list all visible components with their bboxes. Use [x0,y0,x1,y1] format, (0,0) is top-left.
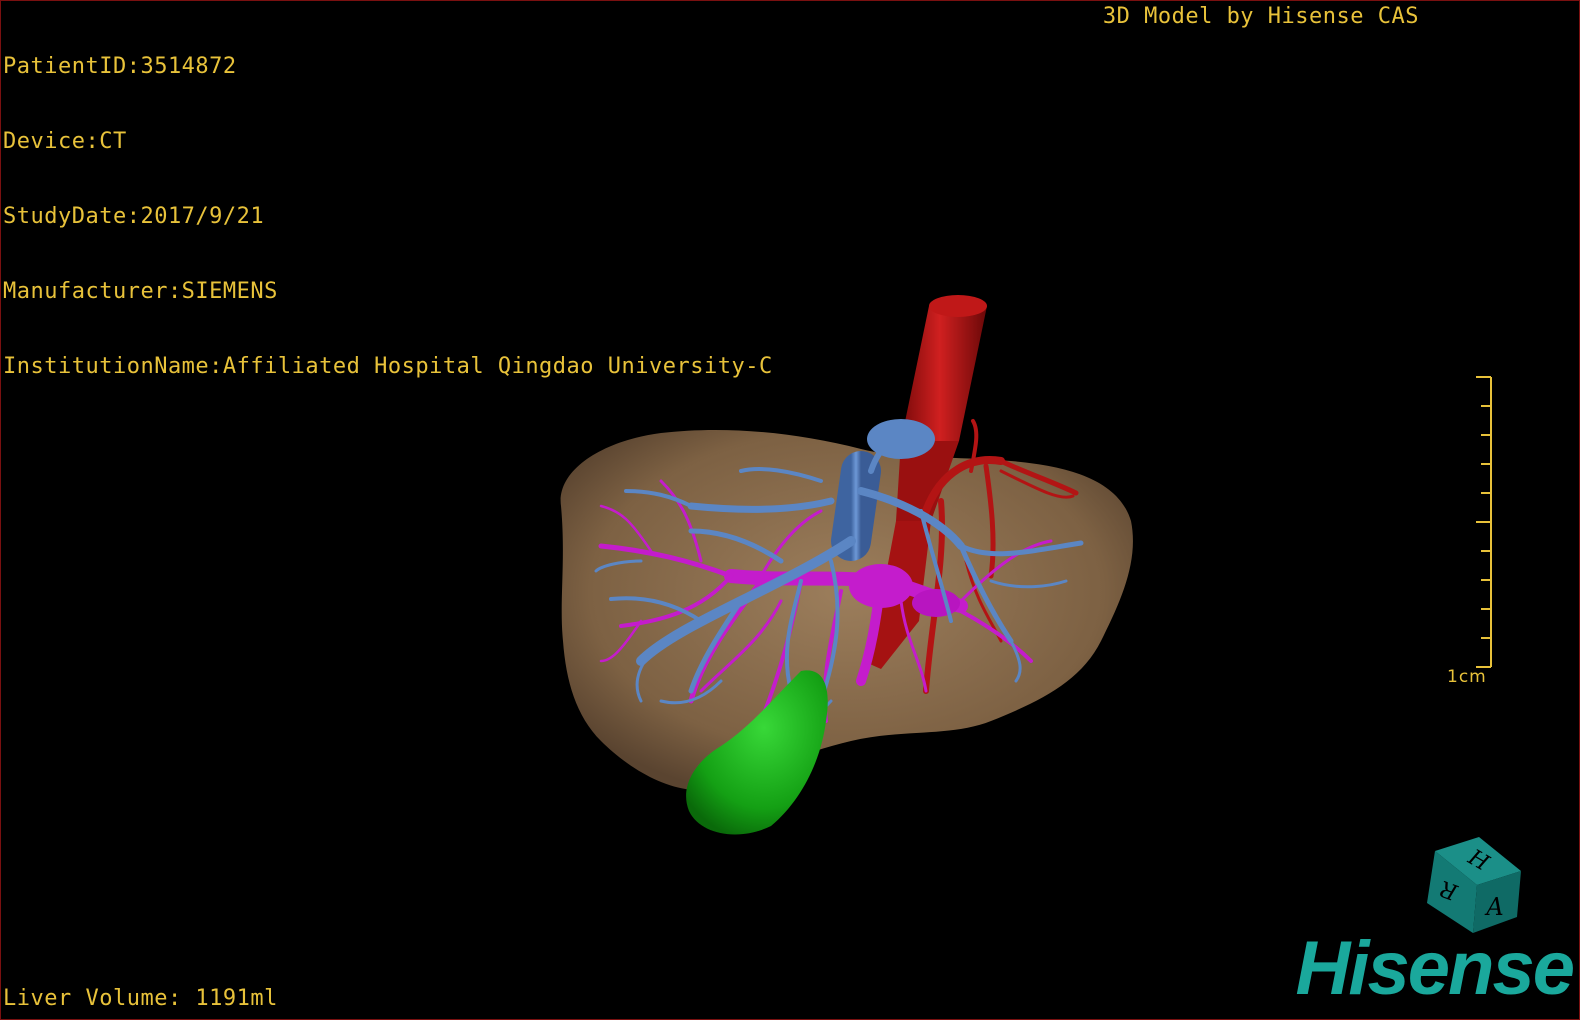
manufacturer: Manufacturer:SIEMENS [3,279,278,304]
cube-face-a: A [1484,893,1503,921]
institution-name: InstitutionName:Affiliated Hospital Qing… [3,354,773,379]
model-credit: 3D Model by Hisense CAS [1102,4,1419,29]
dicom-info-overlay: PatientID:3514872 Device:CT StudyDate:20… [3,4,773,429]
liver-volume: Liver Volume: 1191ml [3,986,278,1011]
3d-viewport[interactable]: PatientID:3514872 Device:CT StudyDate:20… [0,0,1580,1020]
scale-ruler-icon [1476,376,1492,668]
hisense-logo: Hisense [1295,926,1576,1011]
patient-id: PatientID:3514872 [3,54,237,79]
study-date: StudyDate:2017/9/21 [3,204,265,229]
device: Device:CT [3,129,127,154]
scale-label: 1cm [1447,667,1487,687]
